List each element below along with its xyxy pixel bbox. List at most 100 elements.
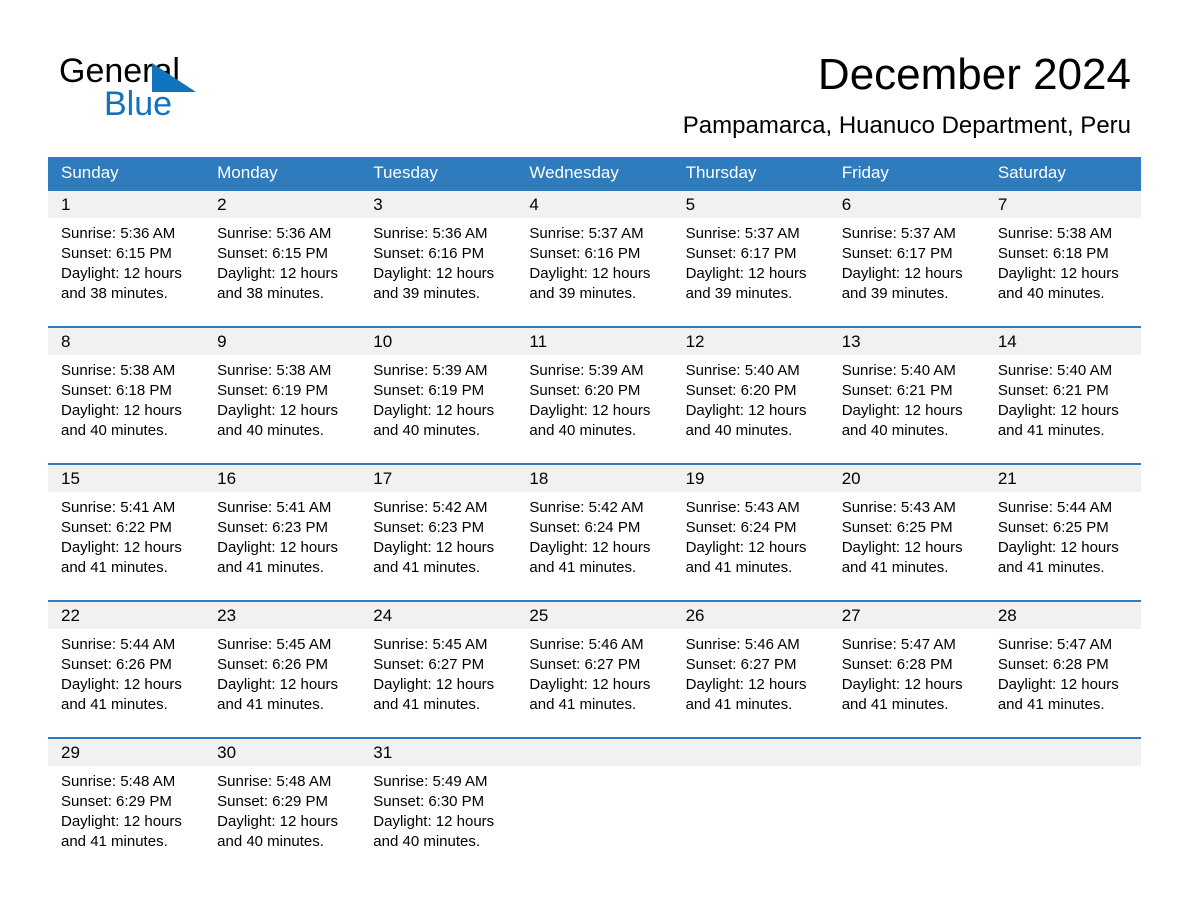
daylight-text-line2: and 41 minutes. bbox=[373, 696, 481, 713]
weekday-header-monday: Monday bbox=[217, 163, 278, 182]
day-cell[interactable]: Sunrise: 5:47 AM Sunset: 6:28 PM Dayligh… bbox=[985, 629, 1141, 737]
daylight-text-line1: Daylight: 12 hours bbox=[529, 265, 651, 282]
day-cell[interactable]: Sunrise: 5:40 AM Sunset: 6:21 PM Dayligh… bbox=[985, 355, 1141, 463]
sunset-text: Sunset: 6:16 PM bbox=[373, 245, 485, 262]
day-number[interactable]: 9 bbox=[204, 328, 360, 355]
day-number[interactable]: 16 bbox=[204, 465, 360, 492]
sunset-text: Sunset: 6:27 PM bbox=[529, 656, 641, 673]
day-number-empty bbox=[516, 739, 672, 766]
day-number[interactable]: 20 bbox=[829, 465, 985, 492]
day-cell[interactable]: Sunrise: 5:38 AM Sunset: 6:18 PM Dayligh… bbox=[48, 355, 204, 463]
day-number[interactable]: 28 bbox=[985, 602, 1141, 629]
calendar-week-row: 15 16 17 18 19 20 21 Sunrise: 5:41 AM Su… bbox=[48, 463, 1141, 600]
day-cell[interactable]: Sunrise: 5:41 AM Sunset: 6:23 PM Dayligh… bbox=[204, 492, 360, 600]
daylight-text-line1: Daylight: 12 hours bbox=[841, 539, 963, 556]
day-number[interactable]: 3 bbox=[360, 191, 516, 218]
day-number[interactable]: 5 bbox=[673, 191, 829, 218]
sunrise-text: Sunrise: 5:36 AM bbox=[373, 225, 488, 242]
day-cell[interactable]: Sunrise: 5:38 AM Sunset: 6:19 PM Dayligh… bbox=[204, 355, 360, 463]
day-cell[interactable]: Sunrise: 5:45 AM Sunset: 6:26 PM Dayligh… bbox=[204, 629, 360, 737]
weekday-header-wednesday: Wednesday bbox=[529, 163, 619, 182]
day-number[interactable]: 6 bbox=[829, 191, 985, 218]
day-number[interactable]: 4 bbox=[516, 191, 672, 218]
sunset-text: Sunset: 6:15 PM bbox=[217, 245, 329, 262]
day-cell[interactable]: Sunrise: 5:43 AM Sunset: 6:25 PM Dayligh… bbox=[829, 492, 985, 600]
day-cell[interactable]: Sunrise: 5:45 AM Sunset: 6:27 PM Dayligh… bbox=[360, 629, 516, 737]
day-cell[interactable]: Sunrise: 5:41 AM Sunset: 6:22 PM Dayligh… bbox=[48, 492, 204, 600]
day-cell[interactable]: Sunrise: 5:42 AM Sunset: 6:24 PM Dayligh… bbox=[516, 492, 672, 600]
day-number[interactable]: 19 bbox=[673, 465, 829, 492]
daylight-text-line2: and 38 minutes. bbox=[217, 285, 324, 302]
day-cell[interactable]: Sunrise: 5:37 AM Sunset: 6:16 PM Dayligh… bbox=[516, 218, 672, 326]
day-number[interactable]: 30 bbox=[204, 739, 360, 766]
day-number[interactable]: 23 bbox=[204, 602, 360, 629]
daylight-text-line1: Daylight: 12 hours bbox=[997, 539, 1119, 556]
day-number[interactable]: 27 bbox=[829, 602, 985, 629]
sunset-text: Sunset: 6:28 PM bbox=[997, 656, 1109, 673]
day-cell[interactable]: Sunrise: 5:46 AM Sunset: 6:27 PM Dayligh… bbox=[673, 629, 829, 737]
calendar-week-row: 1 2 3 4 5 6 7 Sunrise: 5:36 AM Sunset: 6… bbox=[48, 189, 1141, 326]
sunset-text: Sunset: 6:25 PM bbox=[841, 519, 953, 536]
week-detail-band: Sunrise: 5:36 AM Sunset: 6:15 PM Dayligh… bbox=[48, 218, 1141, 326]
day-cell[interactable]: Sunrise: 5:48 AM Sunset: 6:29 PM Dayligh… bbox=[204, 766, 360, 874]
day-number[interactable]: 21 bbox=[985, 465, 1141, 492]
day-cell[interactable]: Sunrise: 5:44 AM Sunset: 6:25 PM Dayligh… bbox=[985, 492, 1141, 600]
day-number[interactable]: 31 bbox=[360, 739, 516, 766]
day-cell[interactable]: Sunrise: 5:36 AM Sunset: 6:16 PM Dayligh… bbox=[360, 218, 516, 326]
day-cell[interactable]: Sunrise: 5:40 AM Sunset: 6:20 PM Dayligh… bbox=[673, 355, 829, 463]
sunset-text: Sunset: 6:22 PM bbox=[61, 519, 172, 536]
day-cell[interactable]: Sunrise: 5:36 AM Sunset: 6:15 PM Dayligh… bbox=[48, 218, 204, 326]
day-number[interactable]: 12 bbox=[673, 328, 829, 355]
sunset-text: Sunset: 6:18 PM bbox=[997, 245, 1109, 262]
day-number[interactable]: 29 bbox=[48, 739, 204, 766]
day-number[interactable]: 22 bbox=[48, 602, 204, 629]
day-number[interactable]: 7 bbox=[985, 191, 1141, 218]
sunset-text: Sunset: 6:25 PM bbox=[997, 519, 1109, 536]
day-number[interactable]: 8 bbox=[48, 328, 204, 355]
daylight-text-line1: Daylight: 12 hours bbox=[529, 402, 651, 419]
day-number[interactable]: 10 bbox=[360, 328, 516, 355]
day-cell[interactable]: Sunrise: 5:39 AM Sunset: 6:19 PM Dayligh… bbox=[360, 355, 516, 463]
daylight-text-line2: and 40 minutes. bbox=[61, 422, 168, 439]
daylight-text-line2: and 40 minutes. bbox=[217, 833, 324, 850]
day-number[interactable]: 25 bbox=[516, 602, 672, 629]
day-cell[interactable]: Sunrise: 5:44 AM Sunset: 6:26 PM Dayligh… bbox=[48, 629, 204, 737]
day-number[interactable]: 26 bbox=[673, 602, 829, 629]
day-cell[interactable]: Sunrise: 5:40 AM Sunset: 6:21 PM Dayligh… bbox=[829, 355, 985, 463]
day-number[interactable]: 11 bbox=[516, 328, 672, 355]
sunset-text: Sunset: 6:24 PM bbox=[685, 519, 797, 536]
daylight-text-line1: Daylight: 12 hours bbox=[373, 676, 495, 693]
day-number[interactable]: 2 bbox=[204, 191, 360, 218]
day-number[interactable]: 15 bbox=[48, 465, 204, 492]
daylight-text-line2: and 40 minutes. bbox=[373, 422, 481, 439]
sunset-text: Sunset: 6:15 PM bbox=[61, 245, 172, 262]
day-number[interactable]: 18 bbox=[516, 465, 672, 492]
day-number[interactable]: 24 bbox=[360, 602, 516, 629]
day-number[interactable]: 14 bbox=[985, 328, 1141, 355]
day-number-empty bbox=[829, 739, 985, 766]
day-number[interactable]: 13 bbox=[829, 328, 985, 355]
week-date-number-band: 22 23 24 25 26 27 28 bbox=[48, 602, 1141, 629]
sunrise-text: Sunrise: 5:45 AM bbox=[217, 636, 332, 653]
sunset-text: Sunset: 6:18 PM bbox=[61, 382, 172, 399]
day-cell[interactable]: Sunrise: 5:36 AM Sunset: 6:15 PM Dayligh… bbox=[204, 218, 360, 326]
day-cell[interactable]: Sunrise: 5:42 AM Sunset: 6:23 PM Dayligh… bbox=[360, 492, 516, 600]
sunrise-text: Sunrise: 5:39 AM bbox=[373, 362, 488, 379]
day-cell[interactable]: Sunrise: 5:46 AM Sunset: 6:27 PM Dayligh… bbox=[516, 629, 672, 737]
day-cell[interactable]: Sunrise: 5:39 AM Sunset: 6:20 PM Dayligh… bbox=[516, 355, 672, 463]
day-cell[interactable]: Sunrise: 5:49 AM Sunset: 6:30 PM Dayligh… bbox=[360, 766, 516, 874]
daylight-text-line1: Daylight: 12 hours bbox=[61, 265, 182, 282]
day-cell[interactable]: Sunrise: 5:43 AM Sunset: 6:24 PM Dayligh… bbox=[673, 492, 829, 600]
week-detail-band: Sunrise: 5:41 AM Sunset: 6:22 PM Dayligh… bbox=[48, 492, 1141, 600]
day-number[interactable]: 17 bbox=[360, 465, 516, 492]
generalblue-logo[interactable]: General Blue bbox=[59, 52, 319, 124]
day-number[interactable]: 1 bbox=[48, 191, 204, 218]
day-cell[interactable]: Sunrise: 5:37 AM Sunset: 6:17 PM Dayligh… bbox=[829, 218, 985, 326]
day-cell[interactable]: Sunrise: 5:47 AM Sunset: 6:28 PM Dayligh… bbox=[829, 629, 985, 737]
daylight-text-line2: and 40 minutes. bbox=[217, 422, 324, 439]
sunset-text: Sunset: 6:19 PM bbox=[217, 382, 329, 399]
day-cell[interactable]: Sunrise: 5:37 AM Sunset: 6:17 PM Dayligh… bbox=[673, 218, 829, 326]
day-cell[interactable]: Sunrise: 5:48 AM Sunset: 6:29 PM Dayligh… bbox=[48, 766, 204, 874]
day-cell[interactable]: Sunrise: 5:38 AM Sunset: 6:18 PM Dayligh… bbox=[985, 218, 1141, 326]
sunset-text: Sunset: 6:23 PM bbox=[217, 519, 329, 536]
